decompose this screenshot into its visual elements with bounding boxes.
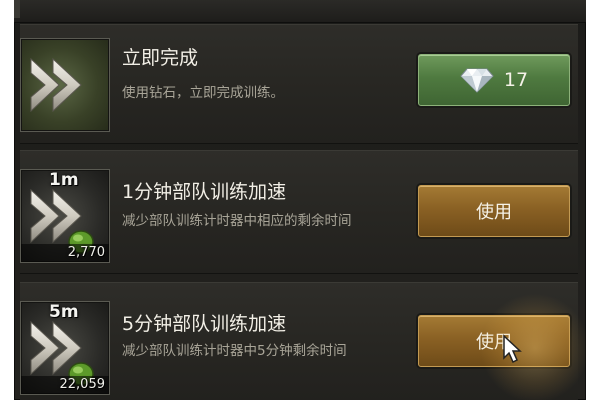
owned-count: 22,059	[59, 377, 106, 392]
speedup-5m-thumbnail: 5m 22,059	[20, 301, 110, 395]
duration-label: 5m	[49, 302, 79, 322]
previous-row-edge	[14, 0, 586, 23]
diamond-icon	[460, 68, 494, 93]
use-button-label: 使用	[476, 332, 512, 353]
item-description: 减少部队训练计时器中5分钟剩余时间	[122, 343, 347, 359]
owned-count: 2,770	[67, 245, 105, 260]
instant-complete-thumbnail	[20, 38, 110, 132]
use-button-label: 使用	[476, 202, 512, 223]
item-description: 减少部队训练计时器中相应的剩余时间	[122, 213, 352, 229]
instant-complete-button[interactable]: 17	[418, 54, 570, 106]
speedup-panel: 立即完成 使用钻石，立即完成训练。 17 1m 2,770 1分钟部队训练加速 …	[0, 0, 600, 400]
item-title: 1分钟部队训练加速	[122, 181, 287, 203]
speedup-1m-thumbnail: 1m 2,770	[20, 169, 110, 263]
list-item-5m-speedup: 5m 22,059 5分钟部队训练加速 减少部队训练计时器中5分钟剩余时间 使用	[20, 282, 590, 400]
previous-row-edge-piece	[14, 0, 20, 18]
speedup-arrows-icon	[30, 57, 82, 113]
diamond-cost: 17	[503, 69, 529, 91]
item-description: 使用钻石，立即完成训练。	[122, 85, 284, 101]
list-item-1m-speedup: 1m 2,770 1分钟部队训练加速 减少部队训练计时器中相应的剩余时间 使用	[20, 150, 578, 274]
item-title: 立即完成	[122, 47, 199, 69]
duration-label: 1m	[49, 170, 79, 190]
list-item-instant-complete: 立即完成 使用钻石，立即完成训练。 17	[20, 24, 578, 144]
item-title: 5分钟部队训练加速	[122, 313, 287, 335]
use-button[interactable]: 使用	[418, 185, 570, 237]
use-button[interactable]: 使用	[418, 315, 570, 367]
